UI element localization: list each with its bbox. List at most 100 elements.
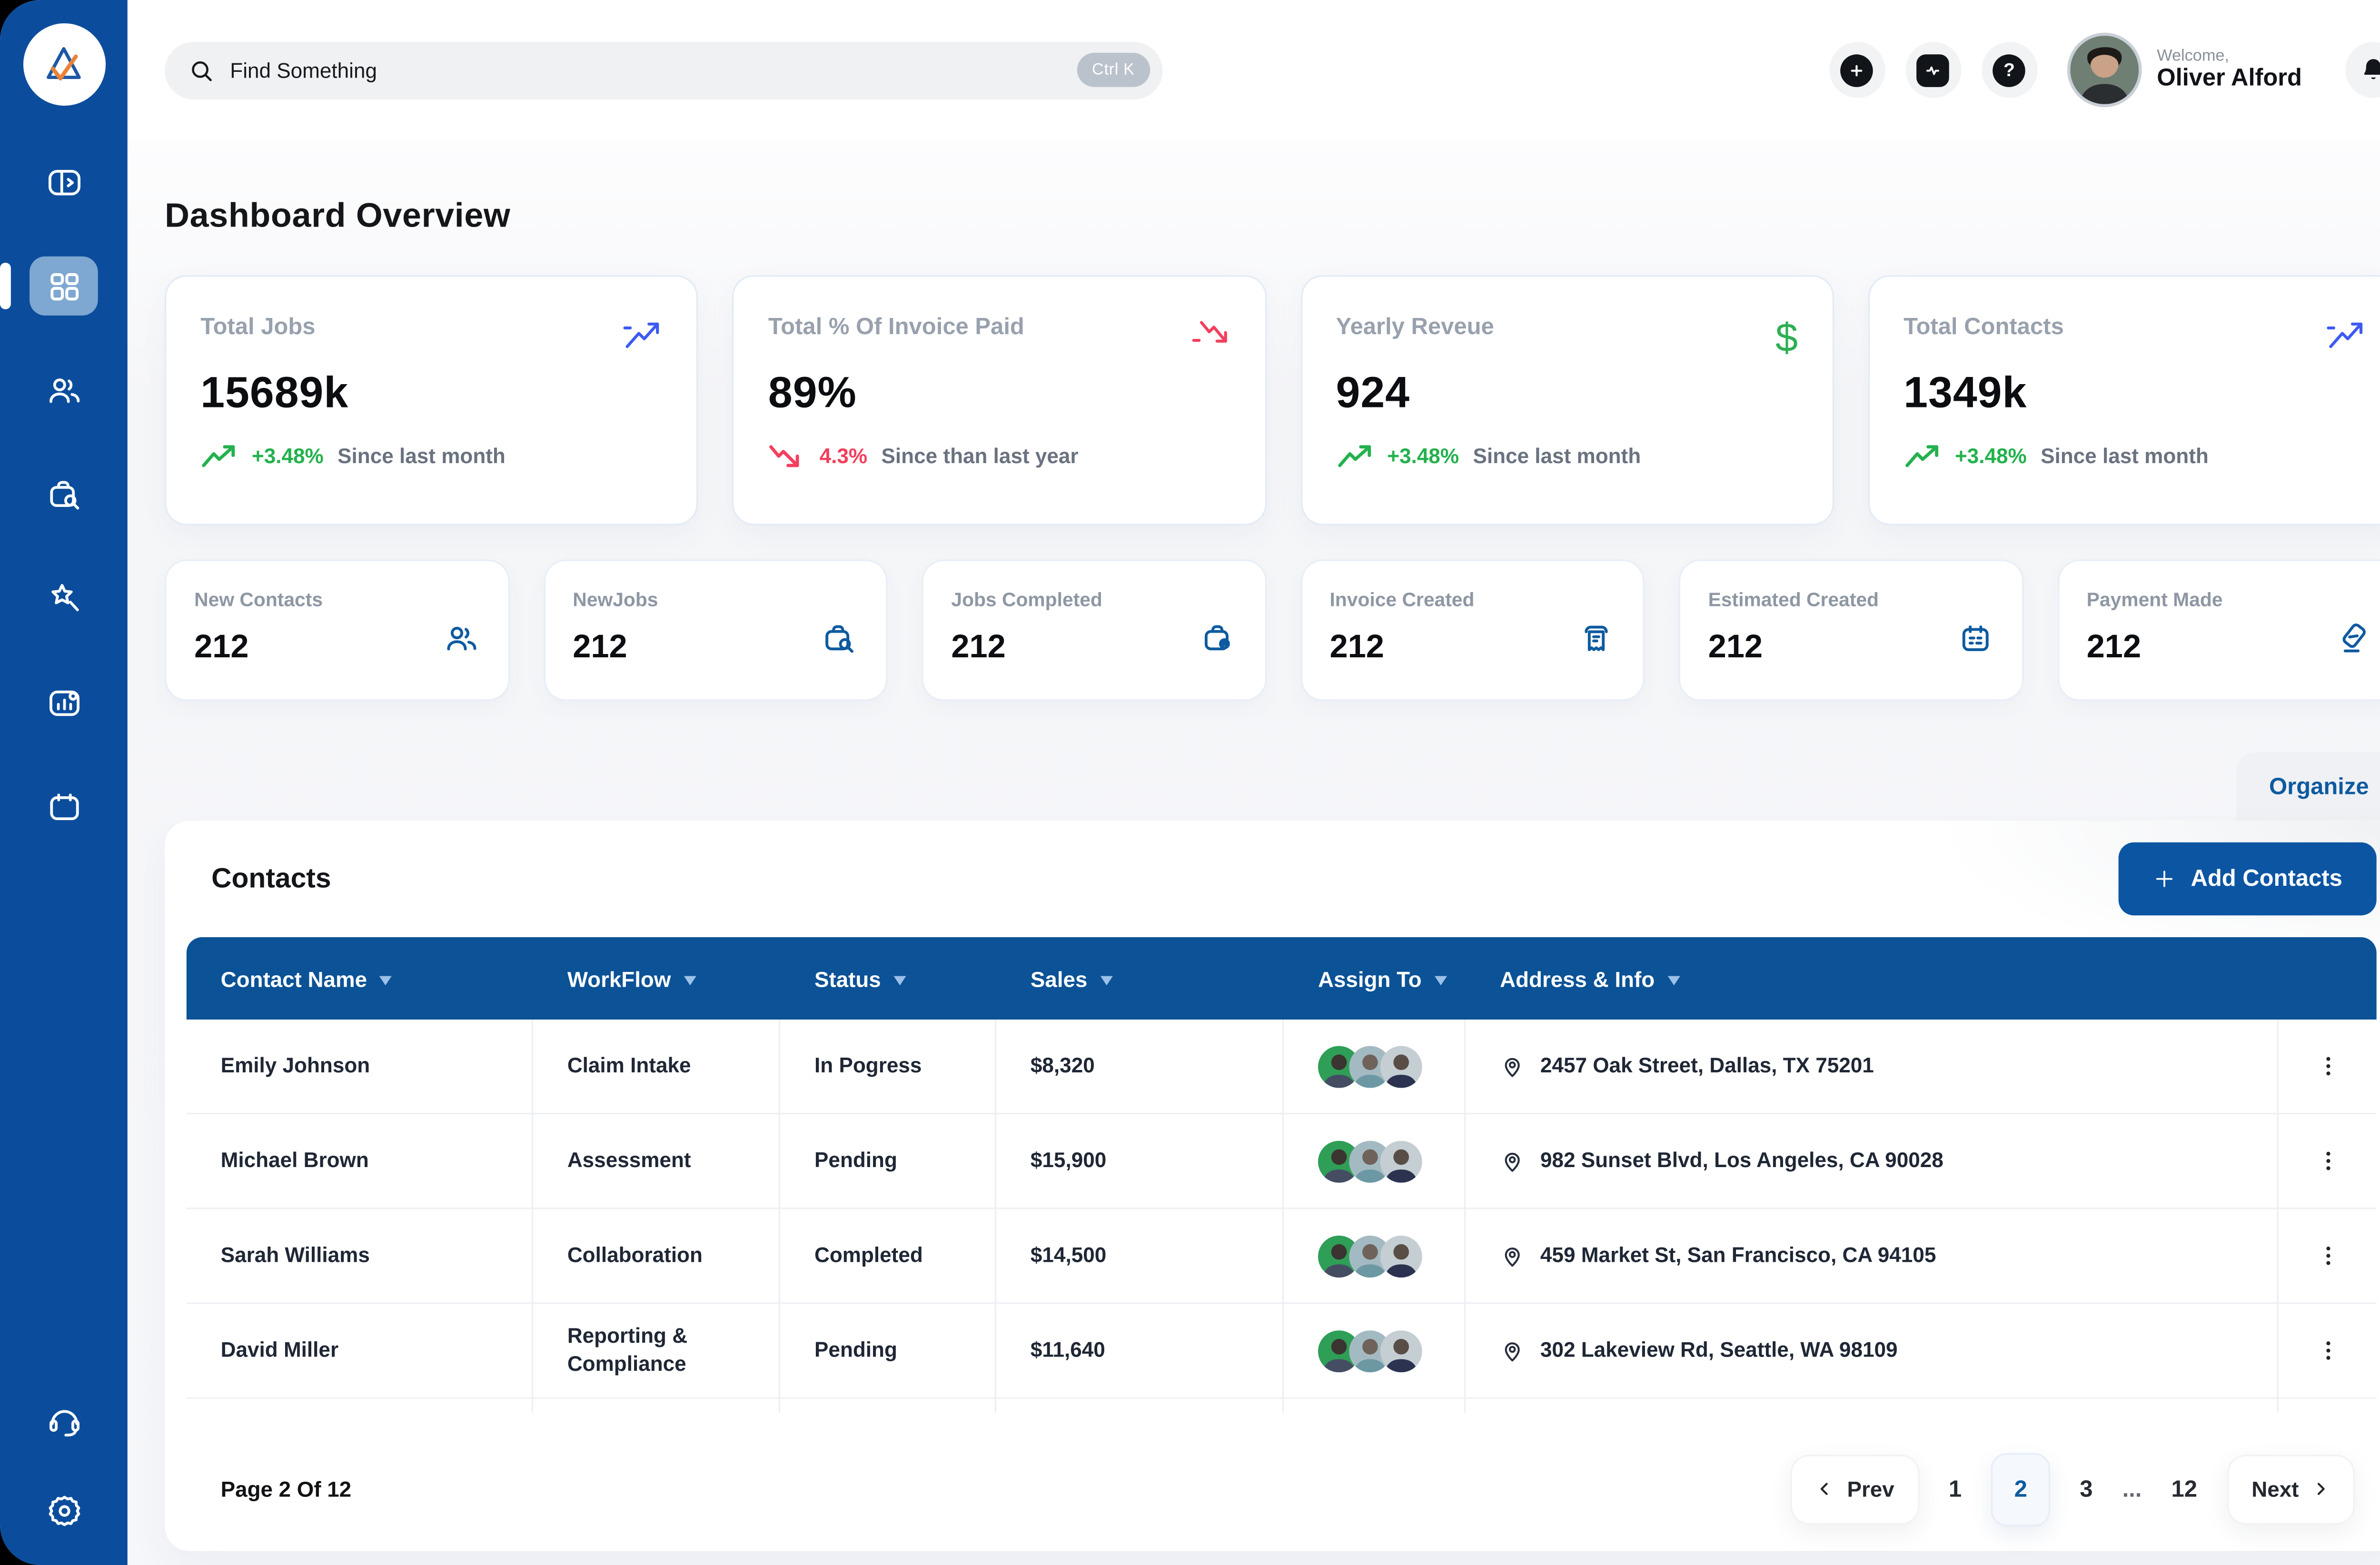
stat-delta-text: Since than last year [882,445,1079,468]
sidebar-item-support[interactable] [30,1391,98,1450]
row-menu-button[interactable] [2279,1114,2377,1209]
column-label: WorkFlow [567,966,671,991]
cell-sales: $15,900 [996,1114,1284,1209]
column-header-sales[interactable]: Sales [996,937,1284,1020]
cell-status: Pending [780,1114,996,1209]
assignee-avatar [1380,1045,1422,1087]
page-title: Dashboard Overview [165,196,2380,236]
create-button[interactable] [1829,42,1885,98]
column-label: Address & Info [1500,966,1655,991]
row-menu-button[interactable] [2279,1304,2377,1399]
column-header-assign-to[interactable]: Assign To [1284,937,1466,1020]
mini-card-new-jobs: NewJobs 212 [543,560,887,701]
search-input[interactable]: Find Something Ctrl K [165,41,1162,99]
activity-button[interactable] [1905,42,1961,98]
calendar-icon [44,787,83,826]
sidebar-item-magic[interactable] [30,569,98,628]
cell-assign-to [1284,1209,1466,1304]
stat-value: 15689k [200,368,663,418]
calendar-icon [1956,620,1993,665]
sidebar-item-reports[interactable] [30,673,98,732]
page-number-2-active[interactable]: 2 [1991,1452,2050,1525]
notifications [2345,42,2380,98]
cell-sales: $8,320 [996,1020,1284,1114]
column-header-status[interactable]: Status [780,937,996,1020]
cell-status: Completed [780,1209,996,1304]
activity-icon [1917,54,1950,87]
mini-card-payment-made: Payment Made 212 [2057,560,2380,701]
cell-contact-name: Sarah Williams [187,1209,533,1304]
cell-contact-name: David Miller [187,1304,533,1399]
page-number-1[interactable]: 1 [1945,1476,1964,1502]
cell-contact-name: Michael Brown [187,1114,533,1209]
contacts-header: Contacts Add Contacts [165,821,2380,937]
avatar-portrait [2070,36,2138,104]
sidebar-item-contacts[interactable] [30,361,98,420]
sidebar-item-calendar[interactable] [30,777,98,836]
user-name: Oliver Alford [2157,66,2302,93]
cell-address: 459 Market St, San Francisco, CA 94105 [1466,1209,2279,1304]
cell-workflow: Claim Intake [533,1020,780,1114]
stat-cards-row: Total Jobs 15689k +3.48% Since last mont… [165,275,2380,525]
column-header-address-info[interactable]: Address & Info [1466,937,2279,1020]
assignee-avatar-group [1318,1140,1422,1182]
sidebar-item-dashboard[interactable] [30,257,98,316]
sidebar-item-jobs[interactable] [30,465,98,524]
contacts-panel: Contacts Add Contacts Contact Name WorkF… [165,821,2380,1551]
prev-page-button[interactable]: Prev [1791,1454,1919,1524]
topbar: Find Something Ctrl K ? [128,0,2380,140]
sidebar-item-collapse[interactable] [30,152,98,211]
cell-address: 302 Lakeview Rd, Seattle, WA 98109 [1466,1304,2279,1399]
users-icon [44,371,83,410]
stat-delta: +3.48% [252,445,324,468]
trend-down-small-icon [768,443,805,470]
sidebar-bottom [30,1391,98,1540]
notifications-button[interactable] [2345,42,2380,98]
mini-cards-row: New Contacts 212 NewJobs 212 [165,560,2380,701]
help-button[interactable]: ? [1981,42,2037,98]
column-label: Sales [1031,966,1087,991]
briefcase-gear-icon [1199,620,1236,665]
chevron-right-icon [2311,1480,2330,1498]
column-label: Assign To [1318,966,1422,991]
row-menu-button[interactable] [2279,1209,2377,1304]
sidebar-item-settings[interactable] [30,1481,98,1540]
stat-delta-text: Since last month [2041,445,2209,468]
payment-card-icon [2334,620,2371,665]
column-header-workflow[interactable]: WorkFlow [533,937,780,1020]
sort-caret-icon [1434,975,1447,985]
mini-value: 212 [2087,629,2372,666]
page-number-3[interactable]: 3 [2077,1476,2096,1502]
app-logo [22,23,105,106]
user-avatar[interactable] [2067,33,2142,108]
bell-icon [2358,54,2380,85]
mini-title: NewJobs [573,589,858,611]
sort-caret-icon [893,975,906,985]
chart-stats-icon [44,683,83,722]
add-contacts-button[interactable]: Add Contacts [2118,842,2377,915]
row-menu-button[interactable] [2279,1020,2377,1114]
cell-address: 2457 Oak Street, Dallas, TX 75201 [1466,1020,2279,1114]
contacts-title: Contacts [211,862,331,895]
column-header-contact-name[interactable]: Contact Name [187,937,533,1020]
assignee-avatar [1380,1235,1422,1277]
sidebar [0,0,128,1565]
search-placeholder: Find Something [230,58,1061,81]
contacts-table: Contact Name WorkFlow Status Sales Assig… [187,937,2377,1413]
stat-card-total-contacts: Total Contacts 1349k +3.48% Since last m… [1868,275,2380,525]
organize-label: Organize [2269,773,2369,800]
stat-value: 1349k [1904,368,2366,418]
next-page-button[interactable]: Next [2227,1454,2355,1524]
address-text: 982 Sunset Blvd, Los Angeles, CA 90028 [1540,1147,1965,1175]
kebab-menu-icon [2315,1149,2340,1173]
logo-triangle-icon [37,38,90,91]
cell-address: 982 Sunset Blvd, Los Angeles, CA 90028 [1466,1114,2279,1209]
stat-trend: 4.3% Since than last year [768,443,1230,470]
stat-title: Total % Of Invoice Paid [768,314,1230,341]
receipt-icon [1577,620,1615,665]
sort-caret-icon [1100,975,1112,985]
chevron-left-icon [1816,1480,1835,1498]
stat-delta: +3.48% [1387,445,1459,468]
page-number-12[interactable]: 12 [2168,1476,2201,1502]
organize-tab[interactable]: Organize [2237,752,2380,821]
